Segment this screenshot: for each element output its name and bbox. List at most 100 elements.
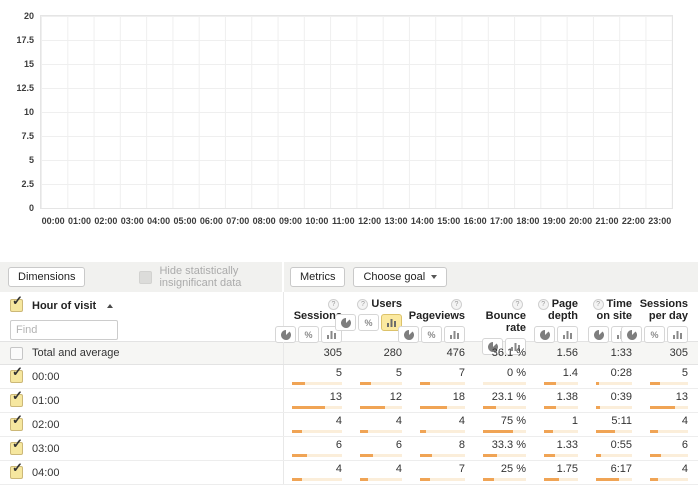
metric-cell: 1.4	[536, 365, 588, 388]
help-icon[interactable]: ?	[538, 299, 549, 310]
cell-bar-fill	[483, 454, 497, 457]
row-checkbox[interactable]	[10, 394, 23, 407]
metric-view-toggles	[534, 326, 578, 343]
cell-bar-fill	[420, 454, 432, 457]
table-row[interactable]: 03:0066833.3 %1.330:556	[0, 437, 698, 461]
metric-cell: 4	[352, 413, 412, 436]
metric-value: 4	[412, 416, 475, 427]
cell-bar-track	[483, 430, 526, 433]
percent-toggle-button[interactable]: %	[358, 314, 379, 331]
metric-cell: 6	[284, 437, 352, 460]
row-checkbox[interactable]	[10, 466, 23, 479]
metric-value: 8	[412, 440, 475, 451]
cell-bar-fill	[360, 382, 371, 385]
total-row-left: Total and average	[0, 342, 284, 364]
x-axis-label: 13:00	[383, 216, 409, 226]
x-axis-label: 23:00	[647, 216, 673, 226]
pie-toggle-button[interactable]	[275, 326, 296, 343]
percent-toggle-button[interactable]: %	[644, 326, 665, 343]
column-label[interactable]: Page depth	[548, 298, 578, 322]
table-toolbar: Dimensions Hide statistically insignific…	[0, 262, 698, 292]
y-axis-label: 2.5	[21, 179, 34, 189]
help-icon[interactable]: ?	[451, 299, 462, 310]
bar-chart-icon	[327, 330, 336, 339]
x-axis-label: 18:00	[515, 216, 541, 226]
pie-chart-icon	[281, 330, 291, 340]
select-all-hours-checkbox[interactable]	[10, 299, 23, 312]
cell-bar-track	[420, 478, 465, 481]
column-header-label-wrap: ?Sessions	[284, 298, 342, 322]
table-row[interactable]: 01:0013121823.1 %1.380:3913	[0, 389, 698, 413]
bar-chart-icon	[673, 330, 682, 339]
help-icon[interactable]: ?	[357, 299, 368, 310]
metric-cell: 0:55	[588, 437, 642, 460]
x-axis-label: 17:00	[488, 216, 514, 226]
cell-bar-fill	[596, 406, 600, 409]
x-axis-label: 16:00	[462, 216, 488, 226]
pie-toggle-button[interactable]	[335, 314, 356, 331]
table-row[interactable]: 00:005570 %1.40:285	[0, 365, 698, 389]
bar-chart-icon	[387, 318, 396, 327]
choose-goal-label: Choose goal	[363, 271, 425, 283]
cell-bar-fill	[292, 382, 305, 385]
metric-cell: 0:39	[588, 389, 642, 412]
table-row[interactable]: 04:0044725 %1.756:174	[0, 461, 698, 485]
pie-toggle-button[interactable]	[398, 326, 419, 343]
table-row[interactable]: 02:0044475 %15:114	[0, 413, 698, 437]
metric-cell: 13	[642, 389, 698, 412]
column-label[interactable]: Users	[371, 298, 402, 310]
percent-toggle-button[interactable]: %	[298, 326, 319, 343]
hide-insignificant-checkbox[interactable]	[139, 271, 152, 284]
row-checkbox[interactable]	[10, 370, 23, 383]
cell-bar-track	[596, 406, 632, 409]
total-row-checkbox[interactable]	[10, 347, 23, 360]
cell-bar-track	[420, 382, 465, 385]
bar-toggle-button[interactable]	[444, 326, 465, 343]
column-label[interactable]: Sessions per day	[640, 298, 688, 322]
column-header-label-wrap: Sessions per day	[640, 298, 688, 322]
total-cell: 36.1 %	[475, 342, 536, 364]
pie-toggle-button[interactable]	[588, 326, 609, 343]
pie-toggle-button[interactable]	[534, 326, 555, 343]
cell-bar-fill	[650, 406, 675, 409]
cell-bar-fill	[292, 478, 302, 481]
cell-bar-fill	[420, 430, 426, 433]
metric-cell: 5:11	[588, 413, 642, 436]
cell-bar-fill	[483, 430, 513, 433]
column-header-bounce-rate: ?Bounce rate	[475, 292, 536, 341]
cell-bar-track	[544, 478, 578, 481]
chevron-down-icon	[431, 275, 437, 279]
metric-value: 25 %	[475, 464, 536, 475]
help-icon[interactable]: ?	[328, 299, 339, 310]
help-icon[interactable]: ?	[512, 299, 523, 310]
column-label[interactable]: Pageviews	[409, 310, 465, 322]
metric-value: 6	[352, 440, 412, 451]
dimension-header-cell: Hour of visit	[0, 292, 284, 341]
dimension-header-label[interactable]: Hour of visit	[32, 300, 96, 312]
metric-value: 33.3 %	[475, 440, 536, 451]
metric-cell: 13	[284, 389, 352, 412]
cell-bar-fill	[292, 430, 302, 433]
help-icon[interactable]: ?	[593, 299, 604, 310]
row-left-cell: 01:00	[0, 389, 284, 412]
pie-chart-icon	[540, 330, 550, 340]
sort-ascending-icon[interactable]	[107, 304, 113, 308]
x-axis-label: 07:00	[225, 216, 251, 226]
percent-toggle-button[interactable]: %	[421, 326, 442, 343]
total-row-cells: 30528047636.1 %1.561:33305	[284, 342, 698, 364]
choose-goal-button[interactable]: Choose goal	[353, 267, 447, 287]
dimensions-button[interactable]: Dimensions	[8, 267, 85, 287]
x-axis-label: 09:00	[277, 216, 303, 226]
pie-toggle-button[interactable]	[621, 326, 642, 343]
find-input[interactable]	[10, 320, 118, 340]
hour-label: 04:00	[32, 467, 60, 479]
y-axis-label: 5	[29, 155, 34, 165]
metrics-button[interactable]: Metrics	[290, 267, 345, 287]
cell-bar-fill	[596, 430, 615, 433]
bar-toggle-button[interactable]	[557, 326, 578, 343]
bar-toggle-button[interactable]	[667, 326, 688, 343]
column-label[interactable]: Bounce rate	[486, 310, 526, 334]
row-checkbox[interactable]	[10, 418, 23, 431]
cell-bar-track	[292, 382, 342, 385]
row-checkbox[interactable]	[10, 442, 23, 455]
